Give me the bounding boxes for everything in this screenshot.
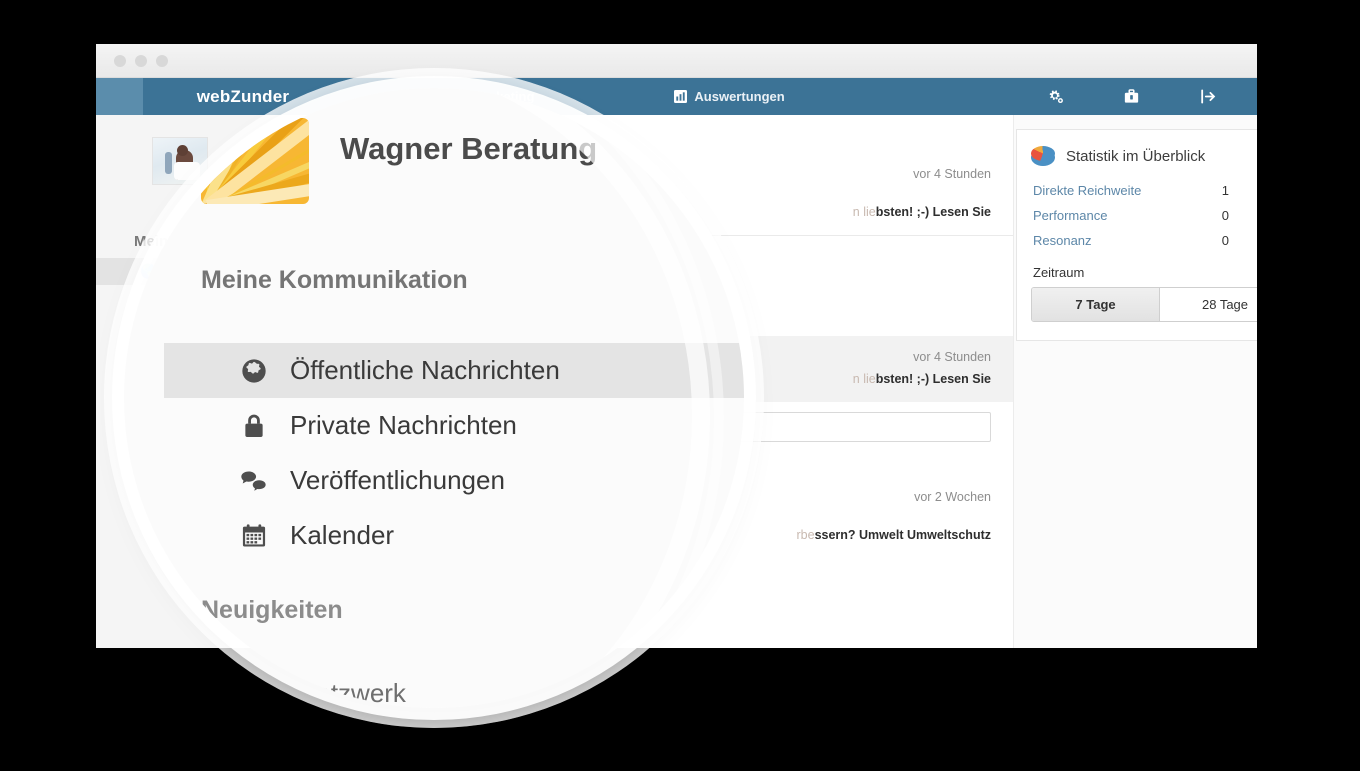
navbar-icon-group <box>1045 87 1257 107</box>
menu-item-kalender[interactable]: Kalender <box>164 508 744 563</box>
menu-item-label: Öffentliche Nachrichten <box>290 355 560 385</box>
briefcase-icon[interactable] <box>1121 87 1141 107</box>
period-option-28-tage[interactable]: 28 Tage <box>1160 288 1257 321</box>
statistics-title: Statistik im Überblick <box>1066 147 1206 165</box>
menu-item-label: Kalender <box>290 520 395 550</box>
period-toggle-group: 7 Tage 28 Tage <box>1031 287 1257 322</box>
lock-icon <box>234 412 274 440</box>
magnifier-lens: Wagner Beratung Meine Kommunikation Öffe… <box>124 88 744 708</box>
stat-label[interactable]: Direkte Reichweite <box>1033 183 1141 198</box>
post-text-muted: n lie <box>852 205 876 219</box>
stat-row: Resonanz 0 <box>1031 228 1247 253</box>
company-name[interactable]: Wagner Beratung <box>340 131 597 167</box>
post-text-visible: bsten! ;-) Lesen Sie <box>875 372 991 386</box>
magnified-sidebar: Wagner Beratung Meine Kommunikation Öffe… <box>124 88 744 708</box>
minimize-button[interactable] <box>135 54 147 67</box>
pie-chart-icon <box>1031 146 1055 166</box>
post-text-muted: n lie <box>852 372 876 386</box>
sunburst-logo <box>201 118 309 204</box>
stat-row: Performance 0 <box>1031 203 1247 228</box>
post-text-muted: rbe <box>796 528 815 542</box>
period-option-7-tage[interactable]: 7 Tage <box>1032 288 1160 321</box>
stat-value: 0 <box>1221 208 1229 223</box>
statistics-header: Statistik im Überblick <box>1031 146 1247 166</box>
menu-item-veroeffentlichungen[interactable]: Veröffentlichungen <box>164 453 744 508</box>
window-titlebar <box>96 44 1257 78</box>
menu-item-oeffentliche-nachrichten[interactable]: Öffentliche Nachrichten <box>164 343 744 398</box>
menu-item-private-nachrichten[interactable]: Private Nachrichten <box>164 398 744 453</box>
period-label: Zeitraum <box>1033 265 1085 280</box>
close-button[interactable] <box>114 54 126 67</box>
section-title-neuigkeiten: Neuigkeiten <box>201 596 343 624</box>
section-title-meine-kommunikation: Meine Kommunikation <box>201 266 468 294</box>
section-title-mein-netzwerk: Mein Netzwerk <box>234 678 406 708</box>
settings-cogs-icon[interactable] <box>1045 87 1065 107</box>
post-text-visible: bsten! ;-) Lesen Sie <box>875 205 991 219</box>
stat-value: 1 <box>1221 183 1229 198</box>
screenshot-stage: webZunder Marketing Auswertungen <box>0 0 1360 771</box>
calendar-icon <box>234 522 274 550</box>
comments-icon <box>234 467 274 495</box>
statistics-card: Statistik im Überblick Direkte Reichweit… <box>1016 129 1257 341</box>
logout-icon[interactable] <box>1197 87 1217 107</box>
stat-label[interactable]: Resonanz <box>1033 233 1092 248</box>
magnified-menu: Öffentliche Nachrichten Private Nachrich… <box>164 343 744 563</box>
maximize-button[interactable] <box>156 54 168 67</box>
menu-item-label: Veröffentlichungen <box>290 465 505 495</box>
post-text-visible: ssern? Umwelt Umweltschutz <box>814 528 991 542</box>
stat-row: Direkte Reichweite 1 <box>1031 178 1247 203</box>
stat-value: 0 <box>1221 233 1229 248</box>
chevron-down-icon[interactable] <box>648 150 686 167</box>
stat-label[interactable]: Performance <box>1033 208 1107 223</box>
menu-item-label: Private Nachrichten <box>290 410 517 440</box>
globe-icon <box>234 357 274 385</box>
right-sidebar: Statistik im Überblick Direkte Reichweit… <box>1013 115 1257 648</box>
